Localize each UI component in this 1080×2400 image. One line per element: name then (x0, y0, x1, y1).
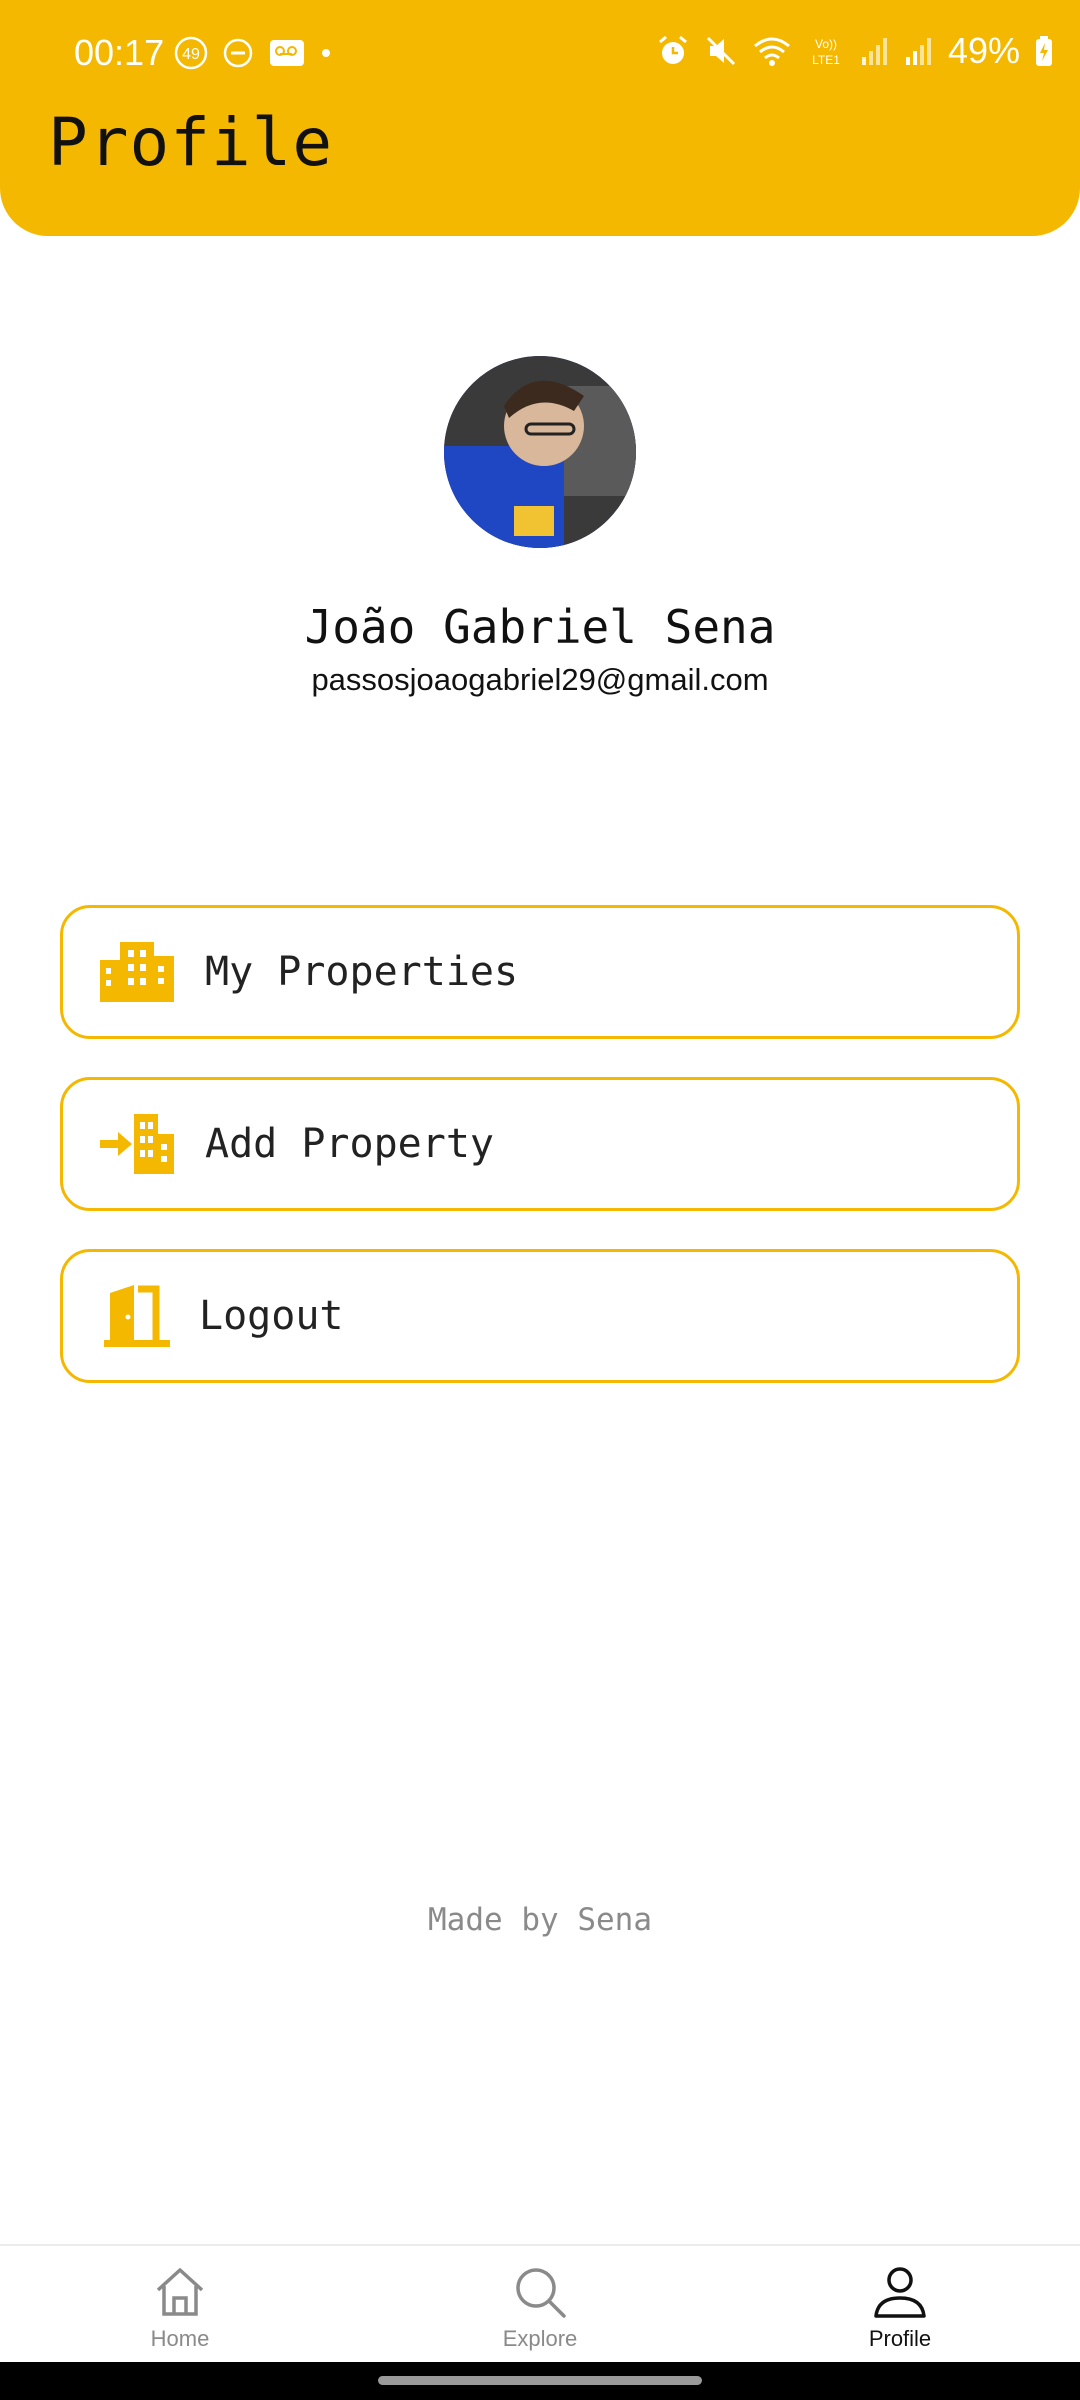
signal-icon-1 (861, 38, 887, 65)
signal-icon-2 (905, 38, 931, 65)
status-right-icons: Vo)) LTE1 49% (656, 30, 1054, 72)
person-icon (874, 2267, 926, 2318)
home-icon (156, 2268, 204, 2316)
battery-charging-icon (1036, 36, 1052, 66)
notification-count-icon: 49 (174, 36, 208, 70)
nav-home-label: Home (150, 2326, 210, 2351)
nav-explore[interactable]: Explore (360, 2246, 720, 2362)
svg-text:49: 49 (182, 46, 200, 63)
add-property-button[interactable]: Add Property (60, 1077, 1020, 1211)
logout-label: Logout (199, 1293, 344, 1339)
bottom-navigation: Home Explore Profile (0, 2244, 1080, 2362)
avatar (444, 356, 636, 548)
add-building-icon (99, 1112, 175, 1176)
user-email: passosjoaogabriel29@gmail.com (311, 662, 769, 697)
home-indicator[interactable] (378, 2376, 702, 2385)
nav-profile-label: Profile (868, 2326, 932, 2351)
logout-button[interactable]: Logout (60, 1249, 1020, 1383)
nav-home[interactable]: Home (0, 2246, 360, 2362)
nav-profile[interactable]: Profile (720, 2246, 1080, 2362)
voicemail-icon (270, 40, 304, 66)
status-time: 00:17 (74, 32, 165, 73)
page-title: Profile (48, 104, 334, 181)
nav-explore-label: Explore (502, 2326, 578, 2351)
dot-icon (322, 49, 330, 57)
my-properties-button[interactable]: My Properties (60, 905, 1020, 1039)
lte-icon: Vo)) LTE1 (812, 37, 840, 67)
my-properties-label: My Properties (205, 949, 519, 995)
door-exit-icon (99, 1284, 175, 1348)
battery-percent: 49% (947, 30, 1020, 71)
search-icon (516, 2268, 566, 2318)
status-bar: 00:17 49 Vo)) LTE1 49% (0, 0, 1080, 110)
footer-credit: Made by Sena (428, 1902, 652, 1938)
mute-icon (706, 36, 735, 66)
add-property-label: Add Property (205, 1121, 494, 1167)
system-navigation-bar (0, 2362, 1080, 2400)
svg-text:LTE1: LTE1 (812, 53, 840, 67)
buildings-icon (99, 940, 175, 1004)
alarm-icon (658, 35, 687, 64)
header-bar: 00:17 49 Vo)) LTE1 49% Profile (0, 0, 1080, 236)
do-not-disturb-icon (223, 38, 253, 68)
status-left-icons: 49 (174, 36, 332, 70)
svg-text:Vo)): Vo)) (815, 37, 837, 51)
user-name: João Gabriel Sena (304, 600, 776, 654)
wifi-icon (753, 37, 790, 66)
